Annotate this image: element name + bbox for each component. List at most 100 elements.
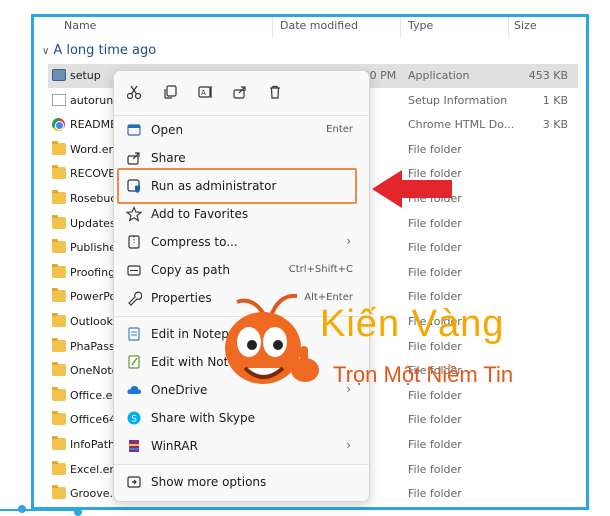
folder-icon [52, 337, 66, 352]
menu-item-label: WinRAR [151, 439, 198, 453]
folder-icon [52, 190, 66, 204]
file-type: File folder [408, 462, 462, 476]
folder-icon [52, 214, 66, 229]
context-menu: A Open Enter Share Run as administrator Add … [113, 70, 370, 502]
menu-item-label: Copy as path [151, 263, 230, 277]
file-type: File folder [408, 290, 462, 304]
file-size: 3 KB [542, 118, 568, 132]
skype-icon: S [127, 411, 141, 425]
menu-item-shortcut: Ctrl+Shift+C [288, 264, 353, 275]
svg-text:A: A [201, 89, 206, 97]
file-type: Setup Information [408, 93, 508, 107]
pointer-arrow-icon [372, 170, 452, 208]
menu-item-label: Share with Skype [151, 411, 255, 425]
folder-icon [52, 288, 66, 303]
menu-item-winrar[interactable]: WinRAR › [118, 433, 365, 459]
share-icon [127, 152, 140, 165]
watermark-subtitle: Trọn Một Niềm Tin [333, 362, 514, 387]
rename-icon: A [198, 86, 212, 98]
share-icon [233, 86, 246, 99]
context-menu-toolbar: A [114, 71, 369, 115]
svg-text:S: S [131, 415, 137, 425]
cut-button[interactable] [125, 83, 143, 101]
file-type: File folder [408, 265, 462, 279]
chevron-right-icon: › [346, 234, 351, 248]
folder-icon [52, 362, 66, 377]
group-label: A long time ago [53, 43, 157, 58]
chevron-right-icon: › [346, 438, 351, 452]
file-name: Updates [70, 216, 116, 230]
star-icon [126, 206, 142, 222]
copy-icon [164, 85, 177, 99]
file-name: autorun [70, 93, 114, 107]
file-type: File folder [408, 487, 462, 501]
notepadpp-icon [128, 355, 140, 369]
more-options-icon [127, 476, 141, 488]
open-icon [127, 124, 141, 136]
group-header[interactable]: ∨ A long time ago [42, 43, 156, 58]
menu-item-compress-to[interactable]: Compress to... › [118, 229, 365, 255]
folder-icon [52, 140, 66, 155]
menu-item-label: Properties [151, 291, 212, 305]
column-size[interactable]: Size [514, 19, 537, 32]
menu-item-label: Add to Favorites [151, 207, 249, 221]
chevron-down-icon: ∨ [42, 46, 50, 57]
file-type: File folder [408, 413, 462, 427]
menu-item-show-more-options[interactable]: Show more options [118, 469, 365, 495]
folder-icon [52, 460, 66, 475]
file-name: setup [70, 69, 101, 82]
file-type: File folder [408, 438, 462, 451]
column-header: Name Date modified Type Size [34, 17, 586, 37]
file-size: 453 KB [528, 69, 568, 82]
file-type: File folder [408, 388, 462, 402]
copy-button[interactable] [161, 83, 179, 101]
menu-item-label: Open [151, 123, 184, 137]
file-type: Application [408, 69, 470, 82]
winrar-icon [129, 440, 139, 452]
folder-icon [52, 485, 66, 500]
folder-icon [52, 239, 66, 254]
menu-item-add-to-favorites[interactable]: Add to Favorites [118, 201, 365, 227]
folder-icon [52, 411, 66, 426]
ant-mascot-logo [225, 293, 319, 384]
menu-item-label: Compress to... [151, 235, 238, 249]
chrome-icon [52, 118, 65, 132]
menu-item-label: Share [151, 151, 186, 165]
watermark-title: Kiến Vàng [320, 303, 505, 345]
folder-icon [52, 263, 66, 278]
file-name: README [70, 118, 118, 132]
share-toolbar-button[interactable] [231, 83, 249, 101]
file-type: File folder [408, 142, 462, 156]
inf-icon [52, 93, 66, 106]
decorative-dot [18, 505, 26, 513]
path-icon [127, 265, 141, 276]
menu-item-copy-as-path[interactable]: Copy as path Ctrl+Shift+C [118, 257, 365, 283]
menu-item-open[interactable]: Open Enter [118, 117, 365, 143]
file-name: PowerPoi [70, 290, 120, 304]
wrench-icon [128, 291, 142, 306]
column-type[interactable]: Type [408, 19, 433, 32]
delete-icon [270, 85, 280, 99]
folder-icon [52, 386, 66, 401]
folder-icon [52, 165, 66, 180]
app-icon [52, 69, 66, 81]
menu-item-label: OneDrive [151, 383, 208, 397]
column-date-modified[interactable]: Date modified [280, 19, 358, 32]
file-size: 1 KB [542, 93, 568, 107]
rename-button[interactable]: A [196, 83, 214, 101]
file-type: File folder [408, 241, 462, 255]
menu-item-shortcut: Enter [326, 124, 353, 135]
menu-separator [114, 464, 369, 465]
cloud-icon [127, 386, 141, 394]
column-name[interactable]: Name [64, 19, 96, 32]
highlight-box [117, 168, 357, 204]
folder-icon [52, 313, 66, 327]
zip-icon [128, 235, 140, 249]
file-type: Chrome HTML Do... [408, 118, 515, 132]
file-type: File folder [408, 216, 462, 230]
menu-item-label: Show more options [151, 475, 267, 489]
cut-icon [126, 85, 142, 100]
folder-icon [52, 436, 66, 450]
notepad-icon [128, 327, 140, 341]
delete-button[interactable] [266, 83, 284, 101]
